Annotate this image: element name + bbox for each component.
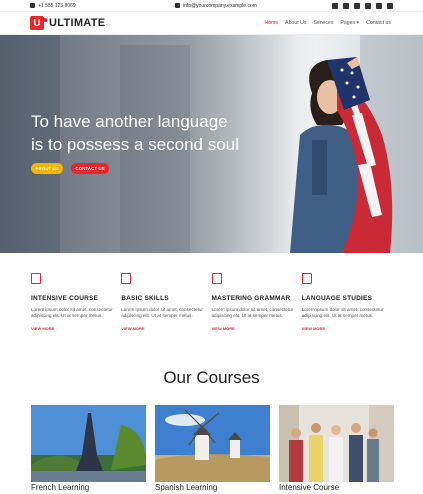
- feature-card: MASTERING GRAMMAR Lorem ipsum dolor sit …: [211, 273, 302, 331]
- feature-card: INTENSIVE COURSE Lorem ipsum dolor sit a…: [31, 273, 121, 331]
- feature-card: LANGUAGE STUDIES Lorem ipsum dolor sit a…: [301, 273, 392, 331]
- courses-heading: Our Courses: [163, 368, 260, 387]
- view-more-link[interactable]: VIEW MORE: [302, 326, 392, 331]
- top-bar: +1 555 123 8069 info@yourcompany.example…: [0, 0, 423, 11]
- paris-eiffel-image: [31, 405, 146, 482]
- logo-mark: U: [30, 16, 47, 30]
- feature-text: Lorem ipsum dolor sit amet, consectetur …: [121, 307, 203, 318]
- feature-card: BASIC SKILLS Lorem ipsum dolor sit amet,…: [121, 273, 211, 331]
- book-icon: [31, 273, 41, 284]
- students-group-image: [279, 405, 394, 482]
- feature-title: INTENSIVE COURSE: [31, 295, 99, 302]
- github-icon[interactable]: [387, 2, 393, 9]
- feature-text: Lorem ipsum dolor sit amet, consectetur …: [211, 307, 294, 318]
- course-card-french[interactable]: French Learning: [31, 405, 146, 492]
- email-address: info@yourcompany.example.com: [183, 2, 257, 9]
- about-us-button[interactable]: ABOUT US: [31, 163, 63, 174]
- view-more-link[interactable]: VIEW MORE: [212, 326, 302, 331]
- linkedin-icon[interactable]: [354, 2, 360, 9]
- twitter-icon[interactable]: [343, 2, 349, 9]
- course-card-intensive[interactable]: Intensive Course: [279, 405, 394, 492]
- youtube-icon[interactable]: [365, 2, 371, 9]
- facebook-icon[interactable]: [332, 2, 338, 9]
- features-section: INTENSIVE COURSE Lorem ipsum dolor sit a…: [0, 273, 423, 331]
- nav-menu: Home About Us Services Pages ▾ Contact u…: [264, 20, 391, 26]
- woman-with-flag-image: [290, 57, 393, 253]
- feature-title: BASIC SKILLS: [121, 295, 169, 302]
- feature-text: Lorem ipsum dolor sit amet, consectetur …: [301, 307, 384, 318]
- hero-line-2: is to possess a second soul: [31, 135, 239, 154]
- flickr-icon[interactable]: [376, 2, 382, 9]
- spain-windmills-image: [155, 405, 270, 482]
- pencil-icon: [121, 273, 132, 284]
- nav-contact[interactable]: Contact us: [366, 20, 391, 26]
- feature-title: LANGUAGE STUDIES: [301, 295, 373, 302]
- nav-home[interactable]: Home: [264, 20, 278, 26]
- nav-services[interactable]: Services: [314, 20, 334, 26]
- contact-us-button[interactable]: CONTACT US: [71, 163, 109, 174]
- logo-text: ULTIMATE: [49, 17, 106, 29]
- hero-line-1: To have another language: [31, 112, 228, 131]
- envelope-icon: [175, 3, 180, 8]
- course-cards: French Learning Spanish Learning Intensi…: [0, 405, 423, 492]
- hero-banner: To have another language is to possess a…: [0, 35, 423, 253]
- phone-number: +1 555 123 8069: [38, 2, 76, 9]
- logo[interactable]: U ULTIMATE: [30, 16, 105, 30]
- view-more-link[interactable]: VIEW MORE: [121, 326, 211, 331]
- phone-contact[interactable]: +1 555 123 8069: [30, 3, 76, 9]
- nav-about[interactable]: About Us: [285, 20, 306, 26]
- view-more-link[interactable]: VIEW MORE: [31, 326, 121, 331]
- feature-title: MASTERING GRAMMAR: [211, 295, 291, 302]
- course-card-spanish[interactable]: Spanish Learning: [155, 405, 270, 492]
- course-caption: Intensive Course: [279, 483, 340, 492]
- notes-icon: [211, 273, 222, 284]
- dictionary-icon: [301, 273, 312, 284]
- hero-heading: To have another language is to possess a…: [31, 110, 261, 156]
- phone-icon: [30, 3, 35, 8]
- social-links: [332, 2, 393, 9]
- course-caption: French Learning: [31, 483, 90, 492]
- main-nav: U ULTIMATE Home About Us Services Pages …: [0, 11, 423, 35]
- hero-buttons: ABOUT US CONTACT US: [31, 163, 109, 174]
- course-caption: Spanish Learning: [155, 483, 218, 492]
- email-contact[interactable]: info@yourcompany.example.com: [175, 3, 257, 9]
- feature-text: Lorem ipsum dolor sit amet, consectetur …: [31, 307, 113, 318]
- nav-pages[interactable]: Pages ▾: [340, 20, 359, 26]
